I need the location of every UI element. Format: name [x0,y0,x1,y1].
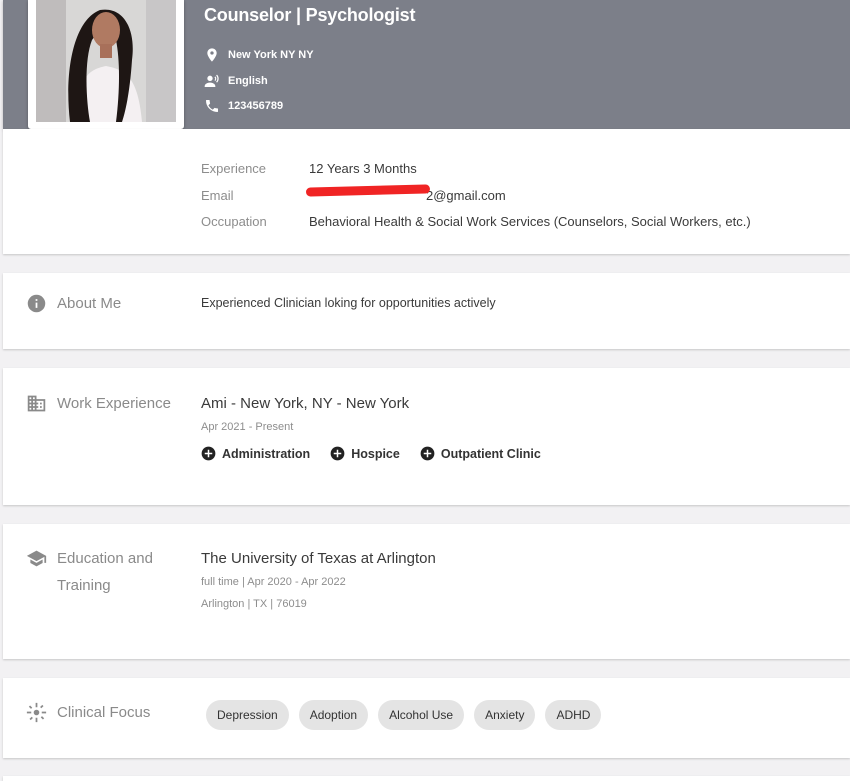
phone-text: 123456789 [228,100,284,112]
education-section-label: Education and Training [26,545,153,599]
profile-photo-image [36,0,176,122]
plus-circle-icon [330,446,345,461]
work-dates: Apr 2021 - Present [201,421,294,433]
location-line: New York NY NY [204,47,314,63]
profile-title: Counselor | Psychologist [204,5,416,25]
profile-header: Counselor | Psychologist New York NY NY … [3,0,850,129]
phone-icon [206,100,218,112]
about-card: About Me Experienced Clinician loking fo… [3,273,850,349]
clinical-chip-anxiety[interactable]: Anxiety [474,700,536,730]
graduation-cap-icon [26,550,47,567]
clinical-section-label: Clinical Focus [26,699,150,726]
detail-experience: Experience 12 Years 3 Months [201,161,417,176]
info-icon [27,294,46,313]
work-tag: Hospice [330,446,400,461]
education-meta: full time | Apr 2020 - Apr 2022 [201,576,346,588]
plus-circle-icon [420,446,435,461]
profile-photo [36,0,176,122]
language-text: English [228,75,268,87]
focus-icon [26,702,47,723]
work-tag: Administration [201,446,310,461]
work-card: Work Experience Ami - New York, NY - New… [3,368,850,505]
education-card: Education and Training The University of … [3,524,850,659]
clinical-chip-alcohol-use[interactable]: Alcohol Use [378,700,465,730]
clinical-card: Clinical Focus Depression Adoption Alcoh… [3,678,850,758]
building-icon [27,395,46,412]
location-text: New York NY NY [228,49,314,61]
clinical-chips: Depression Adoption Alcohol Use Anxiety … [206,700,602,730]
work-tags: Administration Hospice Outpatient Clinic [201,446,541,461]
clinical-chip-adhd[interactable]: ADHD [545,700,602,730]
next-card-edge [3,776,850,781]
about-section-label: About Me [26,290,121,317]
profile-photo-frame [28,0,184,129]
detail-occupation: Occupation Behavioral Health & Social Wo… [201,214,751,229]
plus-circle-icon [201,446,216,461]
language-line: English [204,73,268,89]
clinical-chip-depression[interactable]: Depression [206,700,289,730]
voice-icon [204,74,219,87]
location-pin-icon [207,48,217,62]
work-tag: Outpatient Clinic [420,446,541,461]
clinical-chip-adoption[interactable]: Adoption [298,700,369,730]
work-section-label: Work Experience [26,390,171,417]
about-text: Experienced Clinician loking for opportu… [201,296,496,310]
phone-line: 123456789 [204,98,283,114]
work-title: Ami - New York, NY - New York [201,395,410,412]
education-location: Arlington | TX | 76019 [201,598,307,610]
education-school: The University of Texas at Arlington [201,550,436,567]
